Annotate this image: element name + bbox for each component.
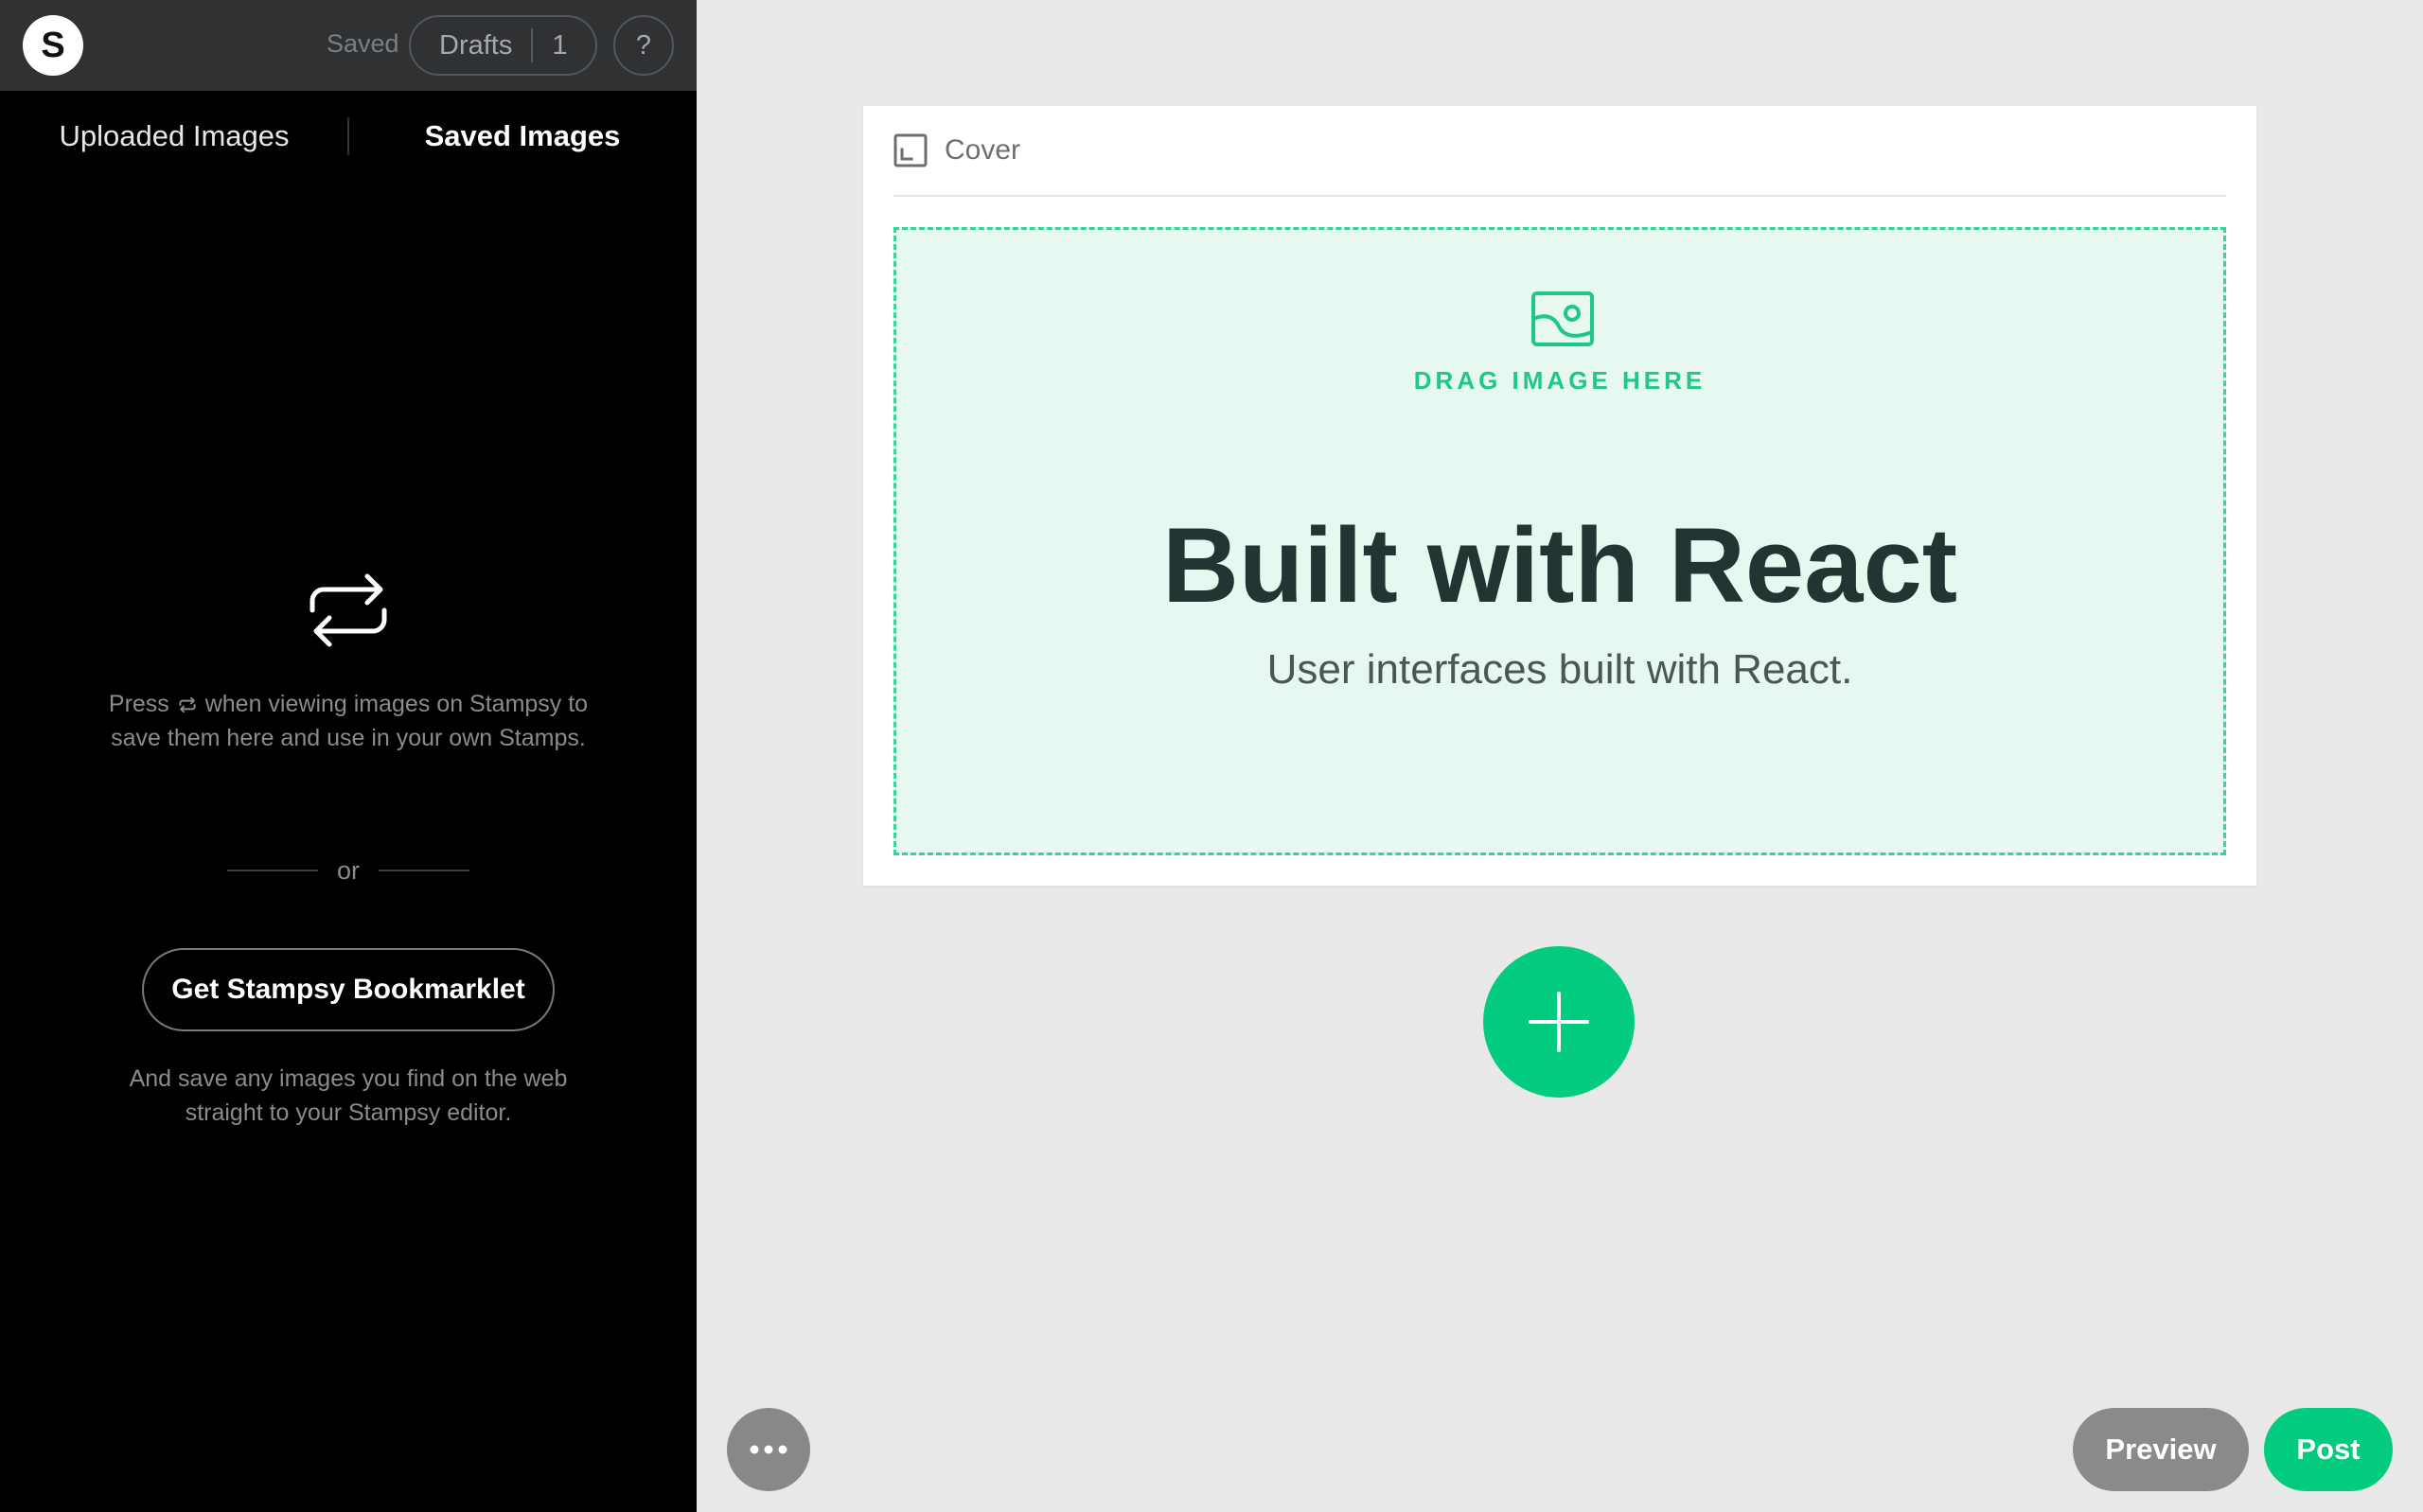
cover-title[interactable]: Built with React bbox=[896, 504, 2223, 626]
or-separator: or bbox=[227, 852, 469, 889]
image-icon bbox=[1531, 291, 1594, 346]
plus-icon bbox=[1529, 992, 1589, 1052]
add-block-button[interactable] bbox=[1483, 946, 1635, 1098]
stampsy-logo[interactable]: S bbox=[23, 15, 83, 76]
or-label: or bbox=[336, 855, 360, 885]
cover-subtitle[interactable]: User interfaces built with React. bbox=[896, 646, 2223, 694]
drafts-count: 1 bbox=[552, 29, 568, 61]
image-dropzone[interactable]: DRAG IMAGE HERE Built with React User in… bbox=[893, 227, 2226, 855]
preview-button[interactable]: Preview bbox=[2073, 1408, 2249, 1491]
drafts-button[interactable]: Drafts 1 bbox=[409, 15, 597, 76]
cover-label: Cover bbox=[945, 134, 1021, 166]
or-line-left bbox=[227, 870, 318, 871]
tab-saved-images[interactable]: Saved Images bbox=[348, 91, 697, 182]
help-button[interactable]: ? bbox=[613, 15, 674, 76]
post-button[interactable]: Post bbox=[2264, 1408, 2393, 1491]
more-options-button[interactable] bbox=[727, 1408, 810, 1491]
repeat-icon bbox=[310, 573, 387, 647]
bookmarklet-hint: And save any images you find on the web … bbox=[129, 1065, 568, 1126]
sidebar: S Saved Drafts 1 ? Uploaded Images Saved… bbox=[0, 0, 697, 1512]
help-label: ? bbox=[635, 29, 652, 61]
repeat-inline-icon bbox=[179, 697, 196, 713]
tab-uploaded-images[interactable]: Uploaded Images bbox=[0, 91, 348, 182]
drafts-label: Drafts bbox=[439, 29, 513, 61]
top-bar: S Saved Drafts 1 ? bbox=[0, 0, 697, 91]
saved-images-hint: Press when viewing images on Stampsy to … bbox=[98, 687, 598, 755]
logo-letter: S bbox=[41, 25, 65, 65]
cover-header: Cover bbox=[893, 106, 2226, 197]
get-bookmarklet-button[interactable]: Get Stampsy Bookmarklet bbox=[142, 948, 555, 1031]
drag-image-label: DRAG IMAGE HERE bbox=[1413, 366, 1707, 395]
saved-status: Saved bbox=[327, 29, 399, 58]
cover-card: Cover DRAG IMAGE HERE Built with React U… bbox=[863, 106, 2256, 886]
or-line-right bbox=[378, 870, 469, 871]
more-icon bbox=[750, 1445, 787, 1454]
image-tabs: Uploaded Images Saved Images bbox=[0, 91, 697, 182]
hint-press: Press bbox=[108, 691, 169, 717]
cover-icon bbox=[893, 133, 928, 167]
